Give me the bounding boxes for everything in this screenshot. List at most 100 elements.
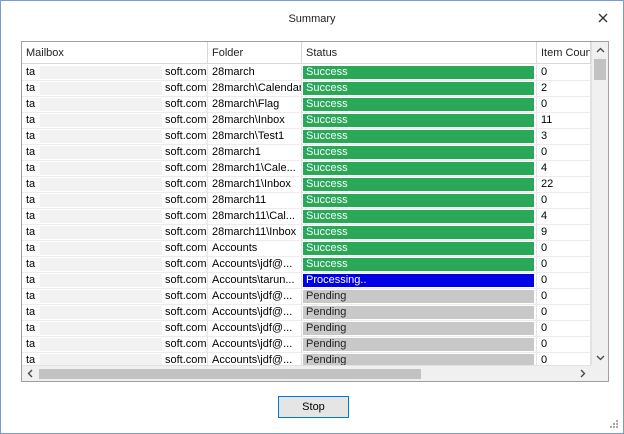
stop-button[interactable]: Stop [278, 396, 349, 418]
status-cell: Success [302, 65, 537, 81]
status-badge: Processing.. [303, 274, 534, 287]
redacted-mailbox [40, 178, 162, 191]
status-cell: Pending [302, 321, 537, 337]
column-header-mailbox[interactable]: Mailbox [22, 42, 208, 64]
mailbox-suffix: soft.com [165, 98, 207, 110]
mailbox-prefix: ta [26, 242, 36, 254]
folder-cell: Accounts [208, 241, 302, 257]
chevron-down-icon[interactable] [592, 349, 608, 366]
status-cell: Success [302, 193, 537, 209]
resize-grip-icon[interactable] [609, 419, 619, 429]
mailbox-cell: ta soft.com [22, 113, 208, 129]
redacted-mailbox [40, 162, 162, 175]
mailbox-prefix: ta [26, 210, 36, 222]
table-row[interactable]: ta soft.com 28march11 Success 0 [22, 193, 591, 209]
table-row[interactable]: ta soft.com 28march1\Cale... Success 4 [22, 161, 591, 177]
mailbox-suffix: soft.com [165, 162, 207, 174]
close-icon[interactable] [595, 10, 611, 26]
mailbox-suffix: soft.com [165, 178, 207, 190]
mailbox-suffix: soft.com [165, 242, 207, 254]
item-count-cell: 0 [537, 145, 591, 161]
title-bar: Summary [1, 1, 623, 37]
status-cell: Success [302, 129, 537, 145]
item-count-cell: 0 [537, 97, 591, 113]
status-cell: Success [302, 257, 537, 273]
mailbox-suffix: soft.com [165, 146, 207, 158]
chevron-left-icon[interactable] [22, 365, 39, 381]
redacted-mailbox [40, 194, 162, 207]
mailbox-suffix: soft.com [165, 306, 207, 318]
folder-cell: Accounts\jdf@... [208, 289, 302, 305]
column-header-status[interactable]: Status [302, 42, 537, 64]
status-badge: Success [303, 98, 534, 111]
status-badge: Success [303, 242, 534, 255]
redacted-mailbox [40, 322, 162, 335]
folder-cell: Accounts\jdf@... [208, 305, 302, 321]
mailbox-prefix: ta [26, 258, 36, 270]
item-count-cell: 0 [537, 273, 591, 289]
redacted-mailbox [40, 114, 162, 127]
mailbox-cell: ta soft.com [22, 97, 208, 113]
mailbox-prefix: ta [26, 178, 36, 190]
horizontal-scroll-thumb[interactable] [39, 369, 421, 379]
mailbox-cell: ta soft.com [22, 289, 208, 305]
status-badge: Success [303, 66, 534, 79]
item-count-cell: 4 [537, 161, 591, 177]
mailbox-cell: ta soft.com [22, 177, 208, 193]
item-count-cell: 0 [537, 321, 591, 337]
horizontal-scrollbar[interactable] [22, 365, 591, 381]
status-badge: Success [303, 162, 534, 175]
chevron-up-icon[interactable] [592, 42, 608, 59]
table-row[interactable]: ta soft.com Accounts\jdf@... Pending 0 [22, 337, 591, 353]
mailbox-suffix: soft.com [165, 82, 207, 94]
folder-cell: 28march\Calendar [208, 81, 302, 97]
table-row[interactable]: ta soft.com 28march11\Cal... Success 4 [22, 209, 591, 225]
status-badge: Success [303, 114, 534, 127]
redacted-mailbox [40, 82, 162, 95]
item-count-cell: 0 [537, 241, 591, 257]
redacted-mailbox [40, 274, 162, 287]
item-count-cell: 9 [537, 225, 591, 241]
table-row[interactable]: ta soft.com Accounts\jdf@... Pending 0 [22, 289, 591, 305]
table-row[interactable]: ta soft.com Accounts\jdf@... Pending 0 [22, 305, 591, 321]
vertical-scrollbar[interactable] [591, 42, 608, 366]
item-count-cell: 0 [537, 289, 591, 305]
table-row[interactable]: ta soft.com Accounts\tarun... Processing.. 0 [22, 273, 591, 289]
mailbox-cell: ta soft.com [22, 209, 208, 225]
redacted-mailbox [40, 258, 162, 271]
table-row[interactable]: ta soft.com 28march\Calendar Success 2 [22, 81, 591, 97]
table-row[interactable]: ta soft.com 28march\Flag Success 0 [22, 97, 591, 113]
mailbox-cell: ta soft.com [22, 257, 208, 273]
status-badge: Success [303, 258, 534, 271]
item-count-cell: 11 [537, 113, 591, 129]
table-row[interactable]: ta soft.com 28march1 Success 0 [22, 145, 591, 161]
status-badge: Success [303, 178, 534, 191]
vertical-scroll-thumb[interactable] [594, 59, 606, 80]
column-header-item-count[interactable]: Item Count [537, 42, 591, 64]
table-row[interactable]: ta soft.com Accounts\jdf@... Pending 0 [22, 321, 591, 337]
folder-cell: 28march1 [208, 145, 302, 161]
item-count-cell: 3 [537, 129, 591, 145]
table-row[interactable]: ta soft.com Accounts Success 0 [22, 241, 591, 257]
table-row[interactable]: ta soft.com 28march\Inbox Success 11 [22, 113, 591, 129]
status-cell: Processing.. [302, 273, 537, 289]
folder-cell: 28march1\Cale... [208, 161, 302, 177]
status-badge: Success [303, 82, 534, 95]
table-row[interactable]: ta soft.com Accounts\jdf@... Success 0 [22, 257, 591, 273]
summary-grid[interactable]: Mailbox Folder Status Item Count ta soft.… [21, 41, 609, 382]
table-row[interactable]: ta soft.com 28march1\Inbox Success 22 [22, 177, 591, 193]
table-row[interactable]: ta soft.com 28march\Test1 Success 3 [22, 129, 591, 145]
status-cell: Pending [302, 305, 537, 321]
summary-dialog: Summary Mailbox Folder Status Item Count… [0, 0, 624, 434]
folder-cell: 28march1\Inbox [208, 177, 302, 193]
table-row[interactable]: ta soft.com 28march11\Inbox Success 9 [22, 225, 591, 241]
chevron-right-icon[interactable] [574, 365, 591, 381]
mailbox-cell: ta soft.com [22, 145, 208, 161]
mailbox-prefix: ta [26, 114, 36, 126]
column-header-folder[interactable]: Folder [208, 42, 302, 64]
mailbox-cell: ta soft.com [22, 193, 208, 209]
table-row[interactable]: ta soft.com 28march Success 0 [22, 65, 591, 81]
status-badge: Pending [303, 338, 534, 351]
folder-cell: 28march11\Inbox [208, 225, 302, 241]
status-badge: Success [303, 130, 534, 143]
